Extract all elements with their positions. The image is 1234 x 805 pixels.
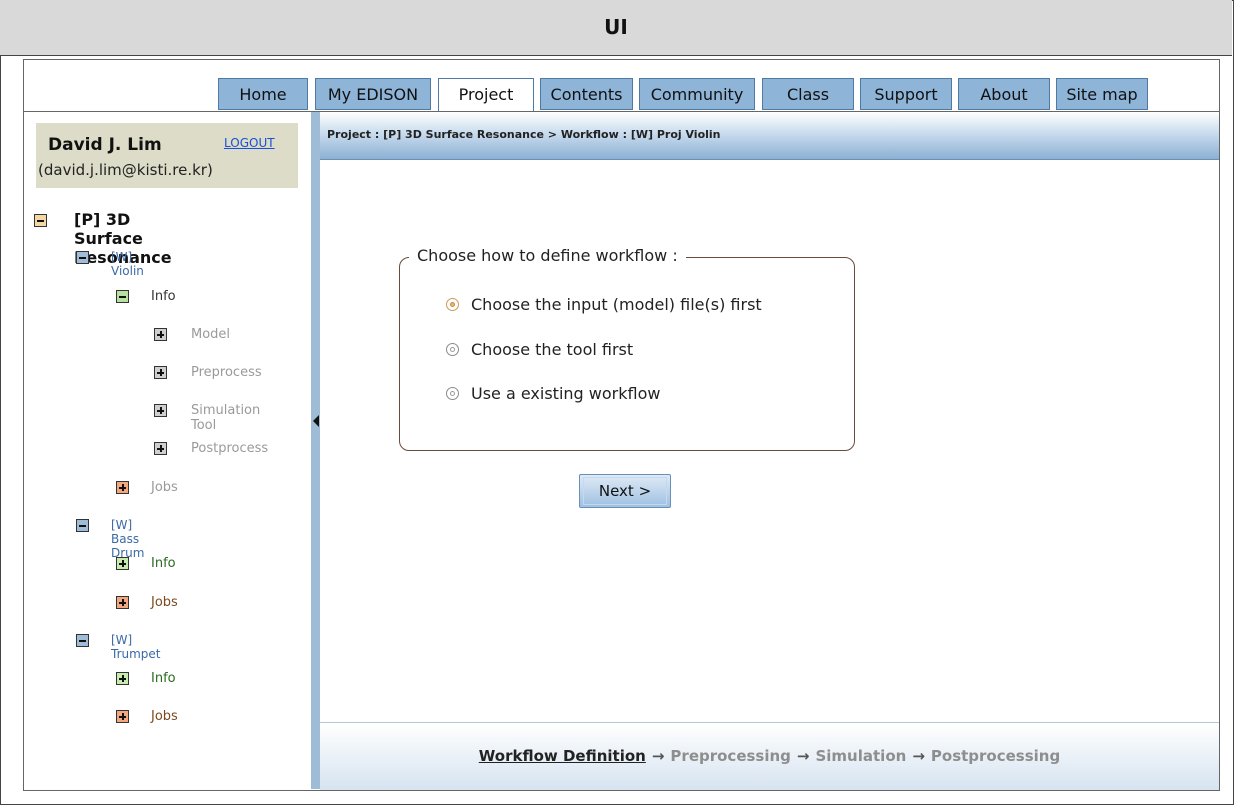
arrow-right-icon: → [651,747,665,765]
collapse-icon[interactable] [116,290,129,303]
user-name: David J. Lim [48,135,162,155]
tab-my-edison[interactable]: My EDISON [315,78,431,110]
expand-icon[interactable] [154,442,167,455]
choice-legend: Choose how to define workflow : [409,246,686,265]
option-label: Use a existing workflow [471,384,661,403]
panel-splitter[interactable] [311,112,320,789]
breadcrumb-text: Project : [P] 3D Surface Resonance > Wor… [327,128,721,141]
step-preprocessing[interactable]: Preprocessing [670,747,790,765]
user-email: (david.j.lim@kisti.re.kr) [38,161,213,179]
tab-home[interactable]: Home [218,78,308,110]
breadcrumb: Project : [P] 3D Surface Resonance > Wor… [320,112,1219,160]
option-tool-first[interactable]: Choose the tool first [446,340,633,359]
tab-contents[interactable]: Contents [540,78,633,110]
tab-about[interactable]: About [958,78,1050,110]
user-panel: David J. Lim LOGOUT (david.j.lim@kisti.r… [36,123,298,188]
tree-item-preprocess[interactable]: Preprocess [191,365,262,380]
tree-item-bass-info[interactable]: Info [151,556,176,571]
expand-icon[interactable] [116,672,129,685]
tree-item-trumpet-info[interactable]: Info [151,671,176,686]
step-workflow-definition[interactable]: Workflow Definition [479,747,646,765]
app-window: Home My EDISON Project Contents Communit… [23,59,1220,791]
tree-item-trumpet-jobs[interactable]: Jobs [151,709,178,724]
tree-item-violin-info[interactable]: Info [151,289,176,304]
collapse-icon[interactable] [76,634,89,647]
expand-icon[interactable] [116,710,129,723]
tab-community[interactable]: Community [639,78,755,110]
tree-item-trumpet[interactable]: [W] Trumpet [111,633,161,661]
step-postprocessing[interactable]: Postprocessing [931,747,1060,765]
tab-support[interactable]: Support [860,78,952,110]
expand-icon[interactable] [154,366,167,379]
radio-icon[interactable] [446,343,459,356]
expand-icon[interactable] [116,596,129,609]
collapse-arrow-icon[interactable] [313,415,319,427]
expand-icon[interactable] [154,328,167,341]
expand-icon[interactable] [116,481,129,494]
workflow-steps: Workflow Definition → Preprocessing → Simula… [320,747,1219,765]
tree-item-model[interactable]: Model [191,327,230,342]
arrow-right-icon: → [796,747,810,765]
option-existing-workflow[interactable]: Use a existing workflow [446,384,660,403]
tree-item-violin-jobs[interactable]: Jobs [151,480,178,495]
collapse-icon[interactable] [76,519,89,532]
tab-class[interactable]: Class [762,78,854,110]
option-input-first[interactable]: Choose the input (model) file(s) first [446,295,762,314]
tree-item-bass-jobs[interactable]: Jobs [151,595,178,610]
collapse-icon[interactable] [34,214,47,227]
tree-item-violin[interactable]: [W] Violin [111,250,144,278]
tab-site-map[interactable]: Site map [1056,78,1148,110]
next-button[interactable]: Next > [579,474,671,508]
step-footer: Workflow Definition → Preprocessing → Simula… [320,722,1219,790]
tree-item-postprocess[interactable]: Postprocess [191,441,268,456]
step-simulation[interactable]: Simulation [815,747,906,765]
tree-item-simulation-tool[interactable]: Simulation Tool [191,403,260,433]
collapse-icon[interactable] [76,251,89,264]
option-label: Choose the input (model) file(s) first [471,295,762,314]
expand-icon[interactable] [116,557,129,570]
logout-link[interactable]: LOGOUT [224,136,275,150]
expand-icon[interactable] [154,404,167,417]
radio-checked-icon[interactable] [446,298,459,311]
tab-project[interactable]: Project [438,78,534,112]
radio-icon[interactable] [446,387,459,400]
arrow-right-icon: → [912,747,925,765]
tree-item-bass-drum[interactable]: [W] Bass Drum [111,518,144,560]
page-title: UI [0,0,1232,56]
option-label: Choose the tool first [471,340,634,359]
